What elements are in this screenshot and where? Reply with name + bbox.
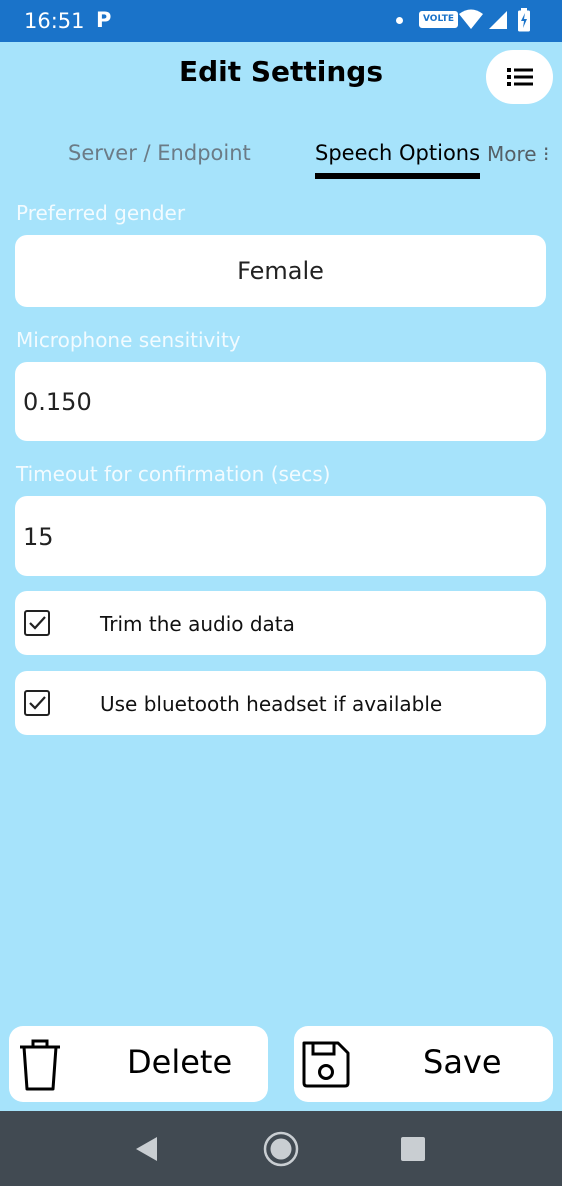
mic-sensitivity-label: Microphone sensitivity: [16, 328, 241, 352]
tab-more[interactable]: More ⁝: [487, 142, 549, 166]
page-title: Edit Settings: [178, 55, 384, 88]
wifi-icon: [459, 9, 483, 29]
recents-square-icon[interactable]: [400, 1136, 426, 1162]
checkmark-icon: [29, 616, 46, 630]
notification-dot-icon: [396, 17, 403, 24]
save-label: Save: [423, 1043, 502, 1081]
trash-icon: [20, 1039, 60, 1091]
timeout-value: 15: [23, 523, 54, 551]
list-menu-icon: [506, 68, 533, 86]
volte-badge: VOLTE: [419, 11, 458, 28]
timeout-input[interactable]: 15: [15, 496, 546, 576]
timeout-label: Timeout for confirmation (secs): [16, 462, 331, 486]
back-triangle-icon[interactable]: [134, 1136, 160, 1162]
delete-label: Delete: [127, 1043, 233, 1081]
checkmark-icon: [29, 696, 46, 710]
bluetooth-headset-checkbox[interactable]: [24, 690, 50, 716]
menu-button[interactable]: [486, 50, 553, 104]
preferred-gender-select[interactable]: Female: [15, 235, 546, 307]
tab-speech-options[interactable]: Speech Options: [315, 141, 480, 165]
bluetooth-headset-label: Use bluetooth headset if available: [100, 692, 443, 716]
app-notification-icon: P: [96, 8, 112, 32]
home-circle-icon[interactable]: [262, 1130, 300, 1168]
status-bar: 16:51 P VOLTE: [0, 0, 562, 42]
edit-settings-screen: 16:51 P VOLTE Edit Settings Server / End…: [0, 0, 562, 1186]
preferred-gender-label: Preferred gender: [16, 201, 186, 225]
floppy-disk-icon: [302, 1041, 350, 1088]
mic-sensitivity-value: 0.150: [23, 388, 92, 416]
cell-signal-icon: [489, 11, 507, 29]
save-button[interactable]: Save: [294, 1026, 553, 1102]
delete-button[interactable]: Delete: [9, 1026, 268, 1102]
system-nav-bar: [0, 1111, 562, 1186]
status-time: 16:51: [24, 9, 85, 33]
bluetooth-headset-row[interactable]: Use bluetooth headset if available: [15, 671, 546, 735]
tab-server-endpoint[interactable]: Server / Endpoint: [68, 141, 251, 165]
trim-audio-label: Trim the audio data: [100, 612, 295, 636]
tab-selected-indicator: [315, 173, 480, 179]
battery-charging-icon: [518, 8, 530, 32]
trim-audio-row[interactable]: Trim the audio data: [15, 591, 546, 655]
mic-sensitivity-input[interactable]: 0.150: [15, 362, 546, 441]
trim-audio-checkbox[interactable]: [24, 610, 50, 636]
preferred-gender-value: Female: [237, 257, 324, 285]
